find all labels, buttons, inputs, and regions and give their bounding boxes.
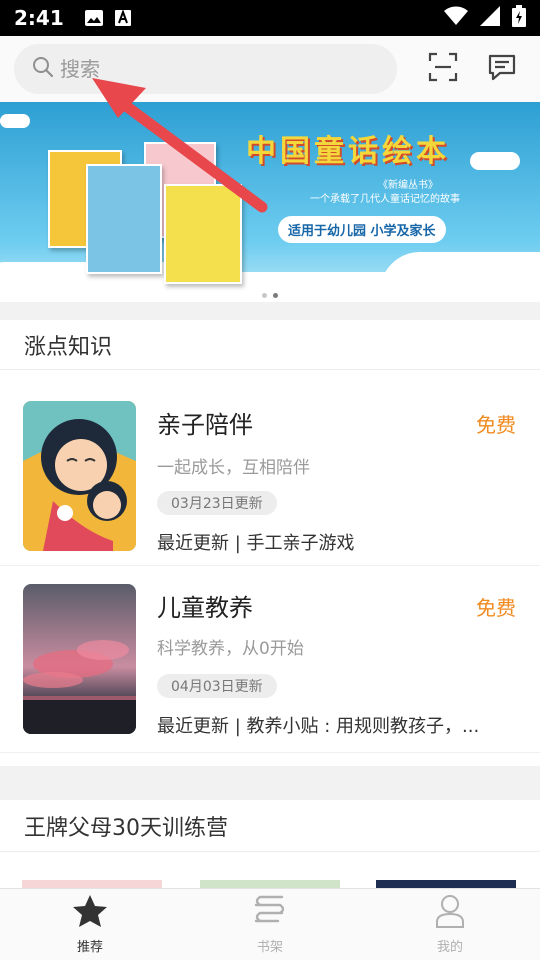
scan-button[interactable] [419, 45, 467, 93]
tab-recommend[interactable]: 推荐 [0, 889, 180, 960]
star-icon [72, 894, 108, 932]
course-subtitle: 一起成长，互相陪伴 [157, 458, 310, 478]
price-badge: 免费 [476, 596, 516, 620]
section-training-camp: 王牌父母30天训练营 [0, 800, 540, 888]
banner-title: 中国童话绘本 [246, 134, 450, 169]
latest-update-text: 最近更新 | 教养小贴 : 用规则教孩子，... [157, 716, 480, 737]
status-bar: 2:41 [0, 0, 540, 36]
status-right-icons [444, 5, 526, 31]
update-date-badge: 04月03日更新 [157, 674, 277, 698]
scan-icon [428, 52, 458, 86]
person-icon [435, 894, 465, 932]
course-thumbnail [23, 584, 136, 734]
search-icon [32, 56, 54, 82]
banner-tagline: 适用于幼儿园 小学及家长 [278, 216, 446, 243]
top-header [0, 36, 540, 102]
pagination-dot-active [273, 293, 278, 298]
search-bar[interactable] [14, 44, 397, 94]
book-cover [86, 164, 162, 274]
course-subtitle: 科学教养，从0开始 [157, 639, 304, 659]
course-card-parenting[interactable]: 亲子陪伴 免费 一起成长，互相陪伴 03月23日更新 最近更新 | 手工亲子游戏 [0, 379, 540, 566]
tab-label: 推荐 [76, 940, 103, 955]
tab-label: 书架 [256, 940, 283, 955]
wifi-icon [444, 6, 468, 30]
font-notification-icon [114, 9, 132, 27]
photo-notification-icon [84, 9, 104, 27]
search-input[interactable] [60, 57, 340, 81]
section-knowledge: 涨点知识 亲子陪伴 免费 一起成长，互相陪伴 03月23日更新 最近更新 | 手… [0, 320, 540, 766]
promo-banner[interactable]: 中国童话绘本 《新编丛书》 一个承载了几代人童话记忆的故事 适用于幼儿园 小学及… [0, 102, 540, 302]
course-title: 亲子陪伴 [157, 411, 253, 439]
camp-thumbnail[interactable] [200, 880, 340, 888]
banner-subtitle: 一个承载了几代人童话记忆的故事 [310, 194, 460, 205]
tab-profile[interactable]: 我的 [360, 889, 540, 960]
message-button[interactable] [478, 45, 526, 93]
signal-icon [480, 6, 500, 30]
banner-pagination [262, 293, 278, 298]
bookshelf-icon [252, 894, 288, 932]
status-time: 2:41 [14, 6, 64, 30]
book-cover [164, 184, 242, 284]
course-title: 儿童教养 [157, 594, 253, 622]
course-card-education[interactable]: 儿童教养 免费 科学教养，从0开始 04月03日更新 最近更新 | 教养小贴 :… [0, 566, 540, 753]
section-title: 王牌父母30天训练营 [0, 800, 540, 852]
course-thumbnail [23, 401, 136, 551]
section-title: 涨点知识 [0, 320, 540, 370]
banner-cloud [0, 114, 30, 128]
pagination-dot [262, 293, 267, 298]
camp-thumbnail[interactable] [376, 880, 516, 888]
price-badge: 免费 [476, 413, 516, 437]
bottom-tab-bar: 推荐 书架 我的 [0, 888, 540, 960]
banner-cloud [470, 152, 520, 170]
update-date-badge: 03月23日更新 [157, 491, 277, 515]
tab-label: 我的 [436, 940, 463, 955]
banner-series: 《新编丛书》 [378, 180, 438, 191]
battery-icon [512, 5, 526, 31]
camp-thumbnail[interactable] [22, 880, 162, 888]
latest-update-text: 最近更新 | 手工亲子游戏 [157, 533, 355, 554]
tab-bookshelf[interactable]: 书架 [180, 889, 360, 960]
banner-cloud [380, 252, 540, 302]
message-icon [487, 52, 517, 86]
